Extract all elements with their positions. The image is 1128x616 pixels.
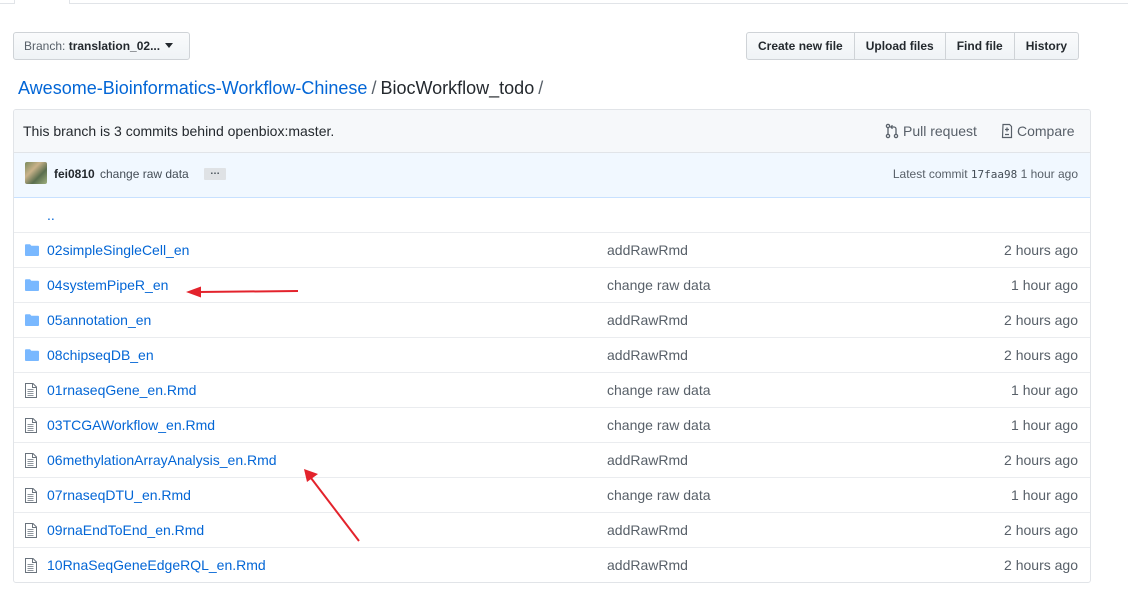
file-link[interactable]: 01rnaseqGene_en.Rmd: [47, 382, 196, 398]
commit-message-link[interactable]: change raw data: [607, 277, 711, 293]
commit-age: 2 hours ago: [1004, 522, 1078, 538]
branch-status-message: This branch is 3 commits behind openbiox…: [23, 123, 335, 139]
create-new-file-button[interactable]: Create new file: [746, 32, 855, 60]
commit-message-link[interactable]: addRawRmd: [607, 242, 688, 258]
directory-link[interactable]: 05annotation_en: [47, 312, 151, 328]
file-icon: [25, 418, 37, 436]
breadcrumb: Awesome-Bioinformatics-Workflow-Chinese /…: [18, 76, 547, 100]
file-row: 03TCGAWorkflow_en.Rmd change raw data 1 ho…: [14, 408, 1090, 443]
commit-message-link[interactable]: change raw data: [607, 417, 711, 433]
pull-request-label: Pull request: [903, 123, 977, 139]
commit-message-link[interactable]: addRawRmd: [607, 452, 688, 468]
branch-label: Branch:: [24, 39, 66, 53]
file-icon: [25, 488, 37, 506]
commit-age: 1 hour ago: [1011, 277, 1078, 293]
file-actions: Create new file Upload files Find file H…: [746, 32, 1080, 60]
file-icon: [25, 453, 37, 471]
commit-message[interactable]: change raw data: [100, 167, 189, 181]
compare-label: Compare: [1017, 123, 1075, 139]
commit-message-link[interactable]: addRawRmd: [607, 522, 688, 538]
file-row: 09rnaEndToEnd_en.Rmd addRawRmd 2 hours ago: [14, 513, 1090, 548]
branch-select-button[interactable]: Branch: translation_02...: [13, 32, 190, 60]
upload-files-button[interactable]: Upload files: [853, 32, 946, 60]
file-row: 04systemPipeR_en change raw data 1 hour ag…: [14, 268, 1090, 303]
folder-icon: [25, 313, 39, 329]
parent-directory-row: ..: [14, 198, 1090, 233]
avatar[interactable]: [25, 162, 47, 184]
compare-link[interactable]: Compare: [999, 123, 1075, 139]
git-pull-request-icon: [885, 123, 899, 139]
commit-age: 1 hour ago: [1011, 487, 1078, 503]
latest-commit-bar: fei0810 change raw data … Latest commit …: [14, 153, 1090, 198]
commit-sha[interactable]: 17faa98: [971, 168, 1017, 181]
commit-author[interactable]: fei0810: [54, 167, 95, 181]
file-icon: [25, 523, 37, 541]
commit-message-link[interactable]: change raw data: [607, 382, 711, 398]
commit-age: 2 hours ago: [1004, 312, 1078, 328]
directory-link[interactable]: 04systemPipeR_en: [47, 277, 168, 293]
file-link[interactable]: 03TCGAWorkflow_en.Rmd: [47, 417, 215, 433]
commit-age: 2 hours ago: [1004, 557, 1078, 573]
commit-age: 2 hours ago: [1004, 452, 1078, 468]
find-file-button[interactable]: Find file: [944, 32, 1015, 60]
commit-age: 1 hour ago: [1020, 167, 1078, 181]
file-link[interactable]: 10RnaSeqGeneEdgeRQL_en.Rmd: [47, 557, 266, 573]
pull-request-link[interactable]: Pull request: [885, 123, 977, 139]
file-link[interactable]: 07rnaseqDTU_en.Rmd: [47, 487, 191, 503]
commit-message-link[interactable]: addRawRmd: [607, 347, 688, 363]
file-link[interactable]: 06methylationArrayAnalysis_en.Rmd: [47, 452, 277, 468]
diff-icon: [1001, 123, 1013, 139]
branch-status-bar: This branch is 3 commits behind openbiox…: [14, 110, 1090, 153]
file-row: 10RnaSeqGeneEdgeRQL_en.Rmd addRawRmd 2 hou…: [14, 548, 1090, 582]
folder-icon: [25, 278, 39, 294]
commit-expand-button[interactable]: …: [204, 167, 226, 180]
file-link[interactable]: 09rnaEndToEnd_en.Rmd: [47, 522, 204, 538]
file-row: 07rnaseqDTU_en.Rmd change raw data 1 hour …: [14, 478, 1090, 513]
branch-name: translation_02...: [68, 39, 161, 53]
latest-commit-label: Latest commit: [892, 167, 968, 181]
commit-message-link[interactable]: change raw data: [607, 487, 711, 503]
file-row: 05annotation_en addRawRmd 2 hours ago: [14, 303, 1090, 338]
folder-icon: [25, 348, 39, 364]
file-row: 02simpleSingleCell_en addRawRmd 2 hours ag…: [14, 233, 1090, 268]
directory-link[interactable]: 08chipseqDB_en: [47, 347, 154, 363]
commit-age: 2 hours ago: [1004, 347, 1078, 363]
breadcrumb-current: BiocWorkflow_todo: [380, 78, 535, 98]
file-row: 01rnaseqGene_en.Rmd change raw data 1 hour…: [14, 373, 1090, 408]
parent-directory-link[interactable]: ..: [47, 207, 55, 223]
file-table: 02simpleSingleCell_en addRawRmd 2 hours ag…: [14, 233, 1090, 582]
folder-icon: [25, 243, 39, 259]
file-icon: [25, 558, 37, 576]
file-row: 08chipseqDB_en addRawRmd 2 hours ago: [14, 338, 1090, 373]
commit-message-link[interactable]: addRawRmd: [607, 312, 688, 328]
tabnav-border: [0, 3, 1128, 4]
active-tab: [14, 0, 70, 4]
caret-down-icon: [165, 43, 174, 48]
breadcrumb-separator: /: [371, 78, 377, 98]
commit-message-link[interactable]: addRawRmd: [607, 557, 688, 573]
commit-age: 1 hour ago: [1011, 417, 1078, 433]
file-row: 06methylationArrayAnalysis_en.Rmd addRawR…: [14, 443, 1090, 478]
history-button[interactable]: History: [1013, 32, 1080, 60]
commit-age: 2 hours ago: [1004, 242, 1078, 258]
breadcrumb-repo-link[interactable]: Awesome-Bioinformatics-Workflow-Chinese: [18, 78, 367, 98]
breadcrumb-trailing-separator: /: [538, 78, 544, 98]
file-list-box: This branch is 3 commits behind openbiox…: [13, 109, 1091, 583]
latest-commit-info: Latest commit 17faa98 1 hour ago: [893, 167, 1078, 181]
file-icon: [25, 383, 37, 401]
commit-age: 1 hour ago: [1011, 382, 1078, 398]
directory-link[interactable]: 02simpleSingleCell_en: [47, 242, 189, 258]
